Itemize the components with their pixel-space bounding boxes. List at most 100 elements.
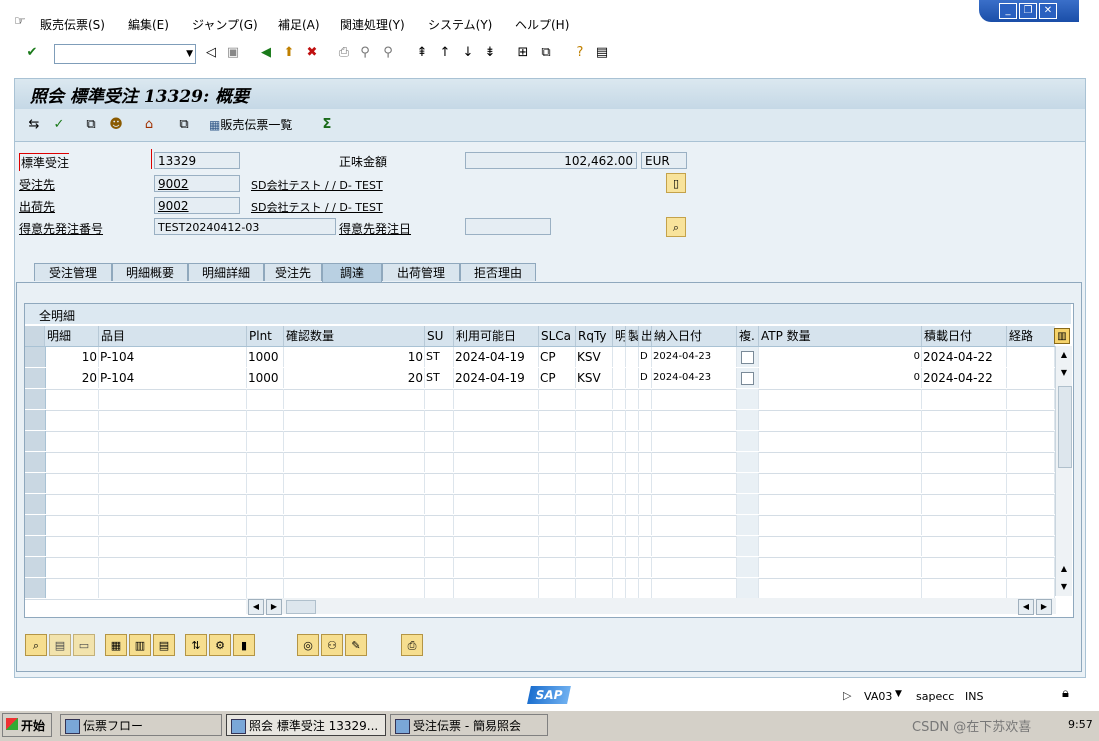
command-field[interactable]: ▼ — [54, 44, 196, 64]
cancel-icon[interactable]: ✖ — [304, 45, 320, 61]
delete-row-icon[interactable]: ▭ — [73, 634, 95, 656]
table-row-empty[interactable] — [25, 578, 1055, 600]
start-button[interactable]: 开始 — [2, 713, 52, 737]
chart-icon[interactable]: ▮ — [233, 634, 255, 656]
tab-shipping[interactable]: 出荷管理 — [382, 263, 460, 281]
group-icon[interactable]: ⚇ — [321, 634, 343, 656]
print-icon[interactable]: ⎙ — [336, 45, 352, 61]
sum-icon[interactable]: Σ — [318, 116, 336, 134]
row-selector[interactable] — [25, 389, 46, 409]
row-selector[interactable] — [25, 410, 46, 430]
layout-icon[interactable]: ▤ — [594, 45, 610, 61]
col-plant[interactable]: Plnt — [247, 326, 284, 346]
select-block-icon[interactable]: ▥ — [129, 634, 151, 656]
row-selector[interactable] — [25, 473, 46, 493]
item-detail-icon[interactable]: ⌕ — [25, 634, 47, 656]
tab-item-overview[interactable]: 明細概要 — [112, 263, 188, 281]
col-route[interactable]: 経路 — [1007, 326, 1055, 346]
table-row-empty[interactable] — [25, 431, 1055, 453]
table-row-empty[interactable] — [25, 515, 1055, 537]
scroll-down-icon[interactable]: ▼ — [1057, 366, 1071, 380]
net-value-field[interactable]: 102,462.00 — [465, 152, 637, 169]
select-all-icon[interactable]: ▦ — [105, 634, 127, 656]
copy-checkbox[interactable] — [741, 351, 754, 364]
edit-icon[interactable]: ✎ — [345, 634, 367, 656]
first-page-icon[interactable]: ⇞ — [414, 45, 430, 61]
hscroll-thumb[interactable] — [286, 600, 316, 614]
tab-procurement[interactable]: 調達 — [322, 263, 382, 282]
table-row-empty[interactable] — [25, 494, 1055, 516]
save-icon[interactable]: ▣ — [225, 45, 241, 61]
horizontal-scrollbar[interactable]: ◀ ▶ ◀ ▶ — [246, 598, 1056, 615]
new-session-icon[interactable]: ⊞ — [515, 45, 531, 61]
collapse-icon[interactable]: ◁ — [203, 45, 219, 61]
copy-checkbox[interactable] — [741, 372, 754, 385]
sold-to-field[interactable]: 9002 — [154, 175, 240, 192]
display-change-icon[interactable]: ⇆ — [25, 116, 43, 134]
menu-edit[interactable]: 編集(E) — [128, 16, 169, 33]
deselect-icon[interactable]: ▤ — [153, 634, 175, 656]
check-icon[interactable]: ✓ — [50, 116, 68, 134]
col-sei[interactable]: 製 — [626, 326, 639, 346]
menu-sales-doc[interactable]: 販売伝票(S) — [40, 16, 105, 33]
menu-icon[interactable]: ☞ — [14, 14, 26, 29]
col-avail-date[interactable]: 利用可能日 — [454, 326, 539, 346]
col-confirmed-qty[interactable]: 確認数量 — [284, 326, 425, 346]
tab-order-mgmt[interactable]: 受注管理 — [34, 263, 112, 281]
select-all-cell[interactable] — [25, 326, 45, 346]
col-rqty[interactable]: RqTy — [576, 326, 613, 346]
table-row-empty[interactable] — [25, 389, 1055, 411]
enter-check-icon[interactable]: ✔ — [24, 45, 40, 61]
col-su[interactable]: SU — [425, 326, 454, 346]
scroll-down-icon[interactable]: ▼ — [1057, 580, 1071, 594]
play-icon[interactable]: ▷ — [843, 689, 851, 702]
task-display-order[interactable]: 照会 標準受注 13329... — [226, 714, 386, 736]
table-row[interactable]: 10 P-104 1000 10 ST 2024-04-19 CP KSV D … — [25, 347, 1055, 369]
back-icon[interactable]: ◀ — [258, 45, 274, 61]
row-selector[interactable] — [25, 536, 46, 556]
col-loading-date[interactable]: 積載日付 — [922, 326, 1007, 346]
minimize-button[interactable]: _ — [999, 3, 1017, 19]
col-material[interactable]: 品目 — [99, 326, 247, 346]
exit-icon[interactable]: ⬆ — [281, 45, 297, 61]
shortcut-icon[interactable]: ⧉ — [538, 45, 554, 61]
po-number-field[interactable]: TEST20240412-03 — [154, 218, 336, 235]
row-selector[interactable] — [25, 452, 46, 472]
doc-number-field[interactable]: 13329 — [154, 152, 240, 169]
table-row-empty[interactable] — [25, 536, 1055, 558]
chevron-down-icon[interactable]: ▼ — [186, 49, 193, 59]
menu-goto[interactable]: ジャンプ(G) — [192, 16, 258, 33]
menu-help[interactable]: ヘルプ(H) — [515, 16, 569, 33]
col-ming[interactable]: 明 — [613, 326, 626, 346]
tab-item-detail[interactable]: 明細詳細 — [188, 263, 264, 281]
scroll-left-icon[interactable]: ◀ — [248, 599, 264, 615]
ship-to-field[interactable]: 9002 — [154, 197, 240, 214]
scroll-thumb[interactable] — [1058, 386, 1072, 468]
row-selector[interactable] — [25, 578, 46, 598]
col-shutsu[interactable]: 出 — [639, 326, 652, 346]
scroll-up-icon[interactable]: ▲ — [1057, 562, 1071, 576]
close-button[interactable]: ✕ — [1039, 3, 1057, 19]
task-simple-display[interactable]: 受注伝票 - 簡易照会 — [390, 714, 548, 736]
partner-icon[interactable]: ☻ — [107, 116, 125, 134]
col-delivery-date[interactable]: 納入日付 — [652, 326, 737, 346]
home-icon[interactable]: ⌂ — [140, 116, 158, 134]
header-icon[interactable]: ⧉ — [82, 116, 100, 134]
find-icon[interactable]: ⚲ — [357, 45, 373, 61]
find-next-icon[interactable]: ⚲ — [380, 45, 396, 61]
prev-page-icon[interactable]: ↑ — [437, 45, 453, 61]
help-icon[interactable]: ? — [572, 45, 588, 61]
orders-icon[interactable]: ⧉ — [175, 116, 193, 134]
chevron-down-icon[interactable]: ▼ — [895, 689, 902, 699]
scroll-right-icon[interactable]: ▶ — [266, 599, 282, 615]
config-icon[interactable]: ⚙ — [209, 634, 231, 656]
refresh-icon[interactable]: ◎ — [297, 634, 319, 656]
tab-sold-to[interactable]: 受注先 — [264, 263, 322, 281]
table-settings-icon[interactable]: ▥ — [1054, 328, 1070, 344]
col-copy[interactable]: 複. — [737, 326, 759, 346]
task-doc-flow[interactable]: 伝票フロー — [60, 714, 222, 736]
row-selector[interactable] — [25, 347, 46, 367]
last-page-icon[interactable]: ⇟ — [482, 45, 498, 61]
table-row-empty[interactable] — [25, 452, 1055, 474]
scroll-right-icon[interactable]: ▶ — [1036, 599, 1052, 615]
